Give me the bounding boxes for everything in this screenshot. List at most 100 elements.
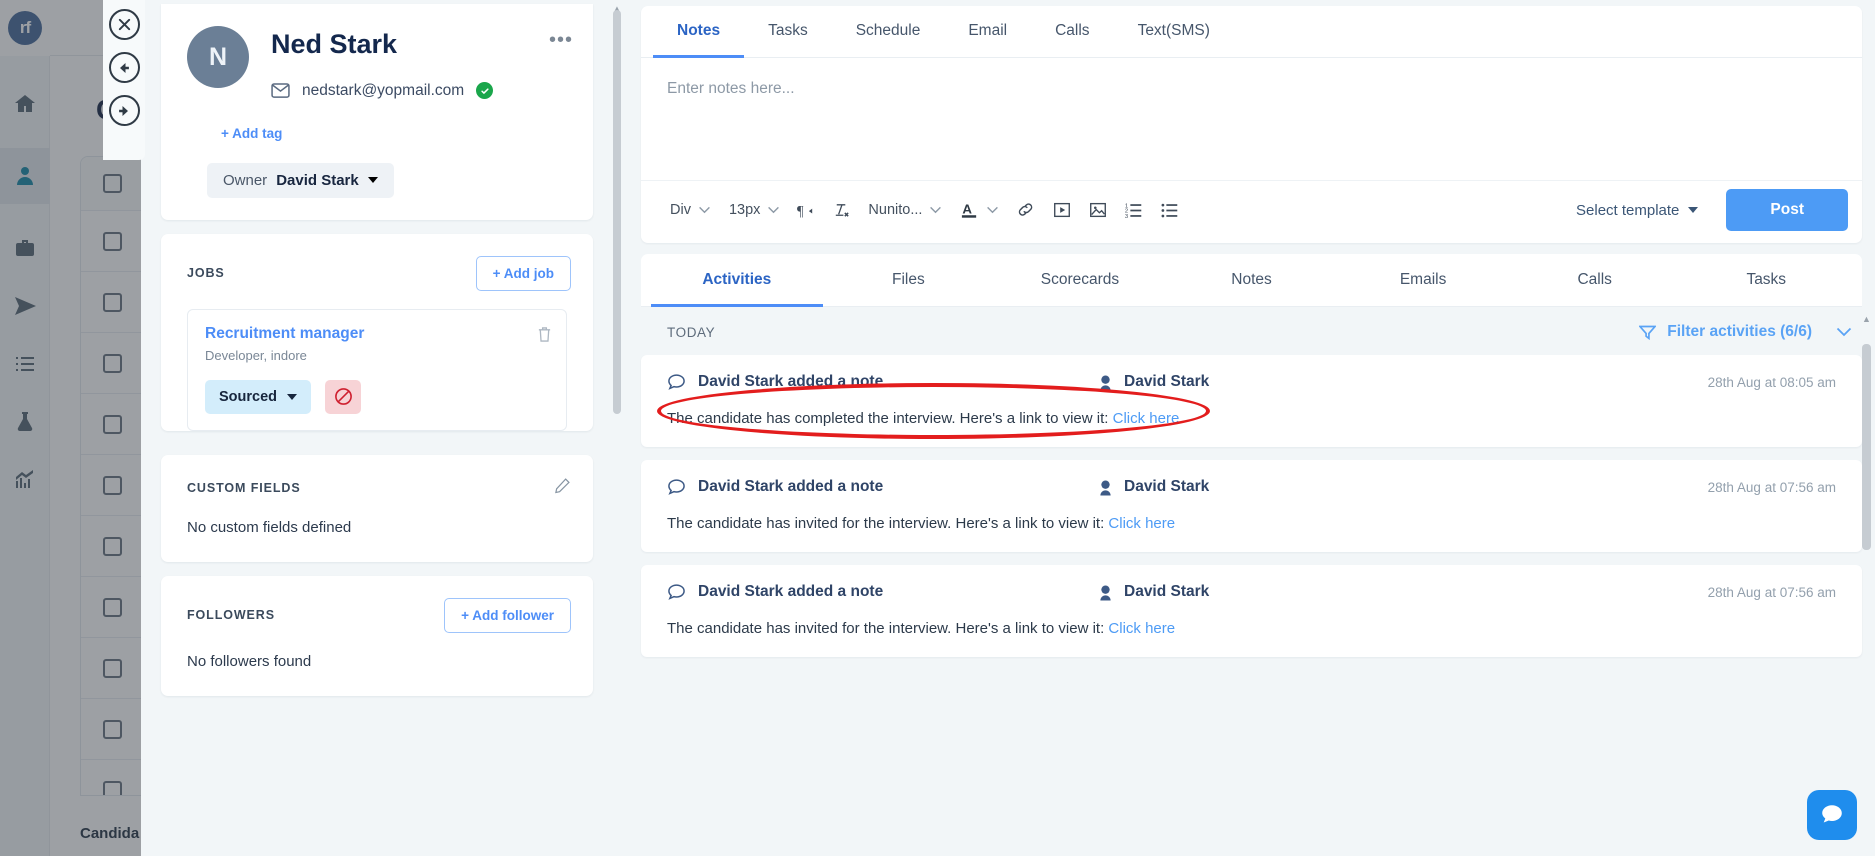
candidate-detail-panel: N Ned Stark ••• nedstark@yopmail.com + A… (141, 0, 623, 856)
chevron-down-icon (768, 206, 780, 214)
envelope-icon (271, 83, 290, 98)
note-icon (667, 478, 686, 496)
chevron-down-icon (287, 393, 298, 400)
tab-emails[interactable]: Emails (1337, 254, 1509, 307)
chevron-down-icon (367, 177, 378, 184)
add-tag-button[interactable]: + Add tag (221, 126, 593, 141)
svg-text:¶: ¶ (797, 203, 804, 219)
scrollbar-thumb[interactable] (613, 10, 621, 414)
delete-job-button[interactable] (537, 326, 552, 348)
job-title[interactable]: Recruitment manager (205, 325, 549, 343)
tab-notes-list[interactable]: Notes (1166, 254, 1338, 307)
next-record-button[interactable] (108, 95, 140, 126)
custom-fields-card: CUSTOM FIELDS No custom fields defined (161, 454, 593, 562)
chat-widget-button[interactable] (1807, 790, 1857, 840)
activity-scrollbar[interactable]: ▲ (1862, 314, 1871, 848)
font-size-dropdown[interactable]: 13px (720, 197, 789, 223)
owner-selector[interactable]: Owner David Stark (207, 162, 394, 198)
scroll-up-arrow-icon[interactable]: ▲ (1862, 314, 1871, 324)
job-item: Recruitment manager Developer, indore So… (187, 308, 567, 431)
tab-scorecards[interactable]: Scorecards (994, 254, 1166, 307)
note-icon (667, 373, 686, 391)
select-template-dropdown[interactable]: Select template (1576, 202, 1699, 219)
tab-calls[interactable]: Calls (1031, 6, 1113, 58)
insert-video-button[interactable] (1044, 195, 1080, 225)
font-size-value: 13px (728, 202, 761, 218)
activity-link[interactable]: Click here (1113, 410, 1180, 427)
activity-body: The candidate has completed the intervie… (667, 410, 1836, 427)
chevron-down-icon (1836, 327, 1852, 337)
activity-item[interactable]: David Stark added a note David Stark 28t… (641, 565, 1862, 657)
activity-item[interactable]: David Stark added a note David Stark 28t… (641, 460, 1862, 552)
close-button[interactable] (108, 9, 140, 40)
detail-panel-scrollbar[interactable]: ▲ (613, 4, 621, 852)
avatar: N (187, 26, 249, 88)
user-icon (1100, 479, 1111, 495)
activity-title: David Stark added a note (698, 583, 884, 600)
unordered-list-button[interactable] (1152, 195, 1188, 225)
candidate-email[interactable]: nedstark@yopmail.com (302, 82, 464, 100)
chat-icon (1822, 805, 1842, 823)
owner-value: David Stark (276, 171, 359, 189)
tab-tasks-list[interactable]: Tasks (1680, 254, 1852, 307)
block-icon (334, 388, 352, 406)
block-format-dropdown[interactable]: Div (661, 197, 720, 223)
arrow-left-icon (120, 62, 129, 73)
followers-title: FOLLOWERS (187, 608, 275, 623)
close-icon (118, 18, 130, 31)
activity-link[interactable]: Click here (1108, 515, 1175, 532)
tab-notes[interactable]: Notes (653, 6, 745, 58)
add-follower-button[interactable]: + Add follower (444, 597, 571, 633)
comment-icon (668, 584, 685, 600)
activity-user-name: David Stark (1124, 583, 1210, 600)
text-color-dropdown[interactable]: A (951, 195, 1008, 225)
paragraph-rtl-icon: ¶ (797, 203, 813, 219)
insert-image-button[interactable] (1080, 195, 1116, 225)
clear-formatting-button[interactable] (824, 196, 859, 225)
tab-schedule[interactable]: Schedule (832, 6, 945, 58)
jobs-section-header: JOBS + Add job (161, 234, 593, 291)
add-job-button[interactable]: + Add job (475, 255, 571, 291)
filter-activities-button[interactable]: Filter activities (6/6) (1639, 323, 1852, 341)
candidate-name: Ned Stark (271, 29, 398, 59)
activity-item[interactable]: David Stark added a note David Stark 28t… (641, 355, 1862, 447)
chevron-down-icon (930, 206, 942, 214)
job-controls: Sourced (205, 379, 549, 414)
candidate-summary-card: N Ned Stark ••• nedstark@yopmail.com + A… (161, 4, 593, 220)
scrollbar-thumb[interactable] (1862, 344, 1871, 550)
ordered-list-button[interactable]: 123 (1116, 195, 1152, 225)
job-stage-dropdown[interactable]: Sourced (205, 379, 312, 414)
activity-user: David Stark (1096, 583, 1209, 602)
candidate-email-row: nedstark@yopmail.com (271, 82, 573, 100)
tab-calls-list[interactable]: Calls (1509, 254, 1681, 307)
more-options-button[interactable]: ••• (549, 30, 573, 50)
previous-record-button[interactable] (108, 52, 140, 83)
activity-link[interactable]: Click here (1108, 620, 1175, 637)
insert-link-button[interactable] (1008, 195, 1044, 225)
paragraph-direction-button[interactable]: ¶ (789, 196, 824, 225)
disqualify-button[interactable] (325, 379, 362, 414)
activity-timestamp: 28th Aug at 08:05 am (1707, 374, 1836, 390)
svg-text:A: A (963, 201, 973, 216)
tab-tasks[interactable]: Tasks (744, 6, 832, 58)
note-icon (667, 583, 686, 601)
post-button[interactable]: Post (1726, 189, 1848, 231)
activity-user-name: David Stark (1124, 478, 1210, 495)
chevron-down-icon (987, 206, 999, 214)
activity-timestamp: 28th Aug at 07:56 am (1707, 479, 1836, 495)
activity-body: The candidate has invited for the interv… (667, 515, 1836, 532)
clear-formatting-icon (836, 203, 850, 217)
job-stage-value: Sourced (219, 388, 278, 405)
candidate-header: N Ned Stark ••• nedstark@yopmail.com (161, 4, 593, 100)
unordered-list-icon (1161, 203, 1178, 218)
edit-custom-fields-button[interactable] (554, 477, 571, 499)
activity-user: David Stark (1096, 478, 1209, 497)
notes-input[interactable]: Enter notes here... (641, 58, 1862, 180)
tab-text-sms[interactable]: Text(SMS) (1114, 6, 1234, 58)
tab-email[interactable]: Email (944, 6, 1031, 58)
tab-activities[interactable]: Activities (651, 254, 823, 307)
detail-panel-scroll-area: N Ned Stark ••• nedstark@yopmail.com + A… (141, 0, 611, 856)
font-family-dropdown[interactable]: Nunito... (859, 197, 951, 223)
verified-badge (476, 82, 494, 100)
tab-files[interactable]: Files (823, 254, 995, 307)
